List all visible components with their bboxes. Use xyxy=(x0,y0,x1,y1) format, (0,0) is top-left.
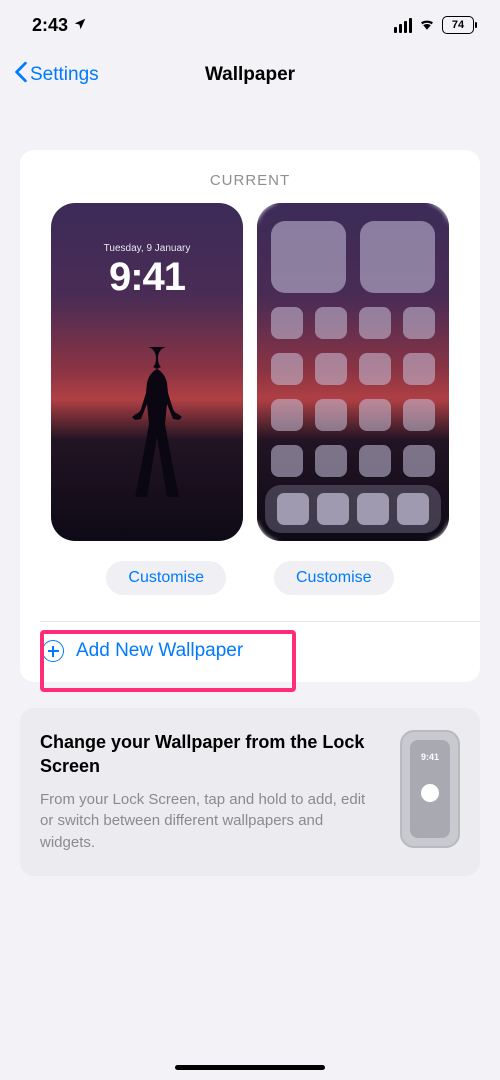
wifi-icon xyxy=(418,16,436,35)
add-new-wallpaper-label: Add New Wallpaper xyxy=(76,640,243,662)
status-time: 2:43 xyxy=(32,15,68,36)
add-new-wallpaper-button[interactable]: Add New Wallpaper xyxy=(20,622,480,682)
lock-screen-date: Tuesday, 9 January xyxy=(51,243,243,254)
home-indicator xyxy=(175,1065,325,1070)
chevron-left-icon xyxy=(14,61,28,89)
lock-screen-tip-panel: Change your Wallpaper from the Lock Scre… xyxy=(20,708,480,876)
tip-title: Change your Wallpaper from the Lock Scre… xyxy=(40,730,382,779)
status-bar: 2:43 74 xyxy=(0,0,500,50)
cellular-icon xyxy=(394,18,412,33)
location-icon xyxy=(73,15,87,36)
lock-screen-preview[interactable]: Tuesday, 9 January 9:41 xyxy=(51,203,243,541)
back-button[interactable]: Settings xyxy=(14,61,99,89)
customise-lock-button[interactable]: Customise xyxy=(106,561,226,595)
nav-bar: Settings Wallpaper xyxy=(0,50,500,100)
current-label: CURRENT xyxy=(20,172,480,189)
back-label: Settings xyxy=(30,64,99,86)
plus-circle-icon xyxy=(42,640,64,662)
wallpaper-silhouette xyxy=(112,347,182,497)
lock-screen-time: 9:41 xyxy=(51,255,243,300)
customise-home-button[interactable]: Customise xyxy=(274,561,394,595)
home-screen-preview[interactable] xyxy=(257,203,449,541)
current-wallpaper-card: CURRENT Tuesday, 9 January 9:41 Customis xyxy=(20,150,480,682)
battery-icon: 74 xyxy=(442,16,474,34)
dock xyxy=(265,485,441,533)
tip-body: From your Lock Screen, tap and hold to a… xyxy=(40,789,382,854)
tip-illustration: 9:41 xyxy=(400,730,460,848)
